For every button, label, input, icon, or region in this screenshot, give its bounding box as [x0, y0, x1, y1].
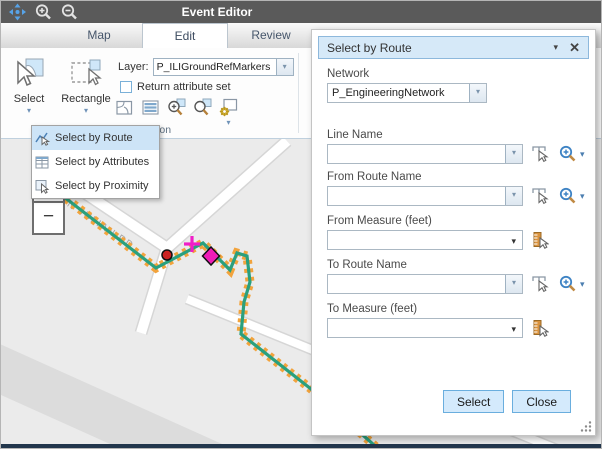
- line-name-select-caret-icon[interactable]: ▾: [505, 145, 522, 163]
- bottom-bar: [1, 444, 602, 449]
- rectangle-tool-icon: [69, 56, 103, 90]
- panel-close-icon[interactable]: ✕: [569, 40, 580, 56]
- select-tool-label: Select: [14, 93, 45, 105]
- from-route-label: From Route Name: [327, 171, 595, 183]
- to-measure-map-pick-icon[interactable]: [531, 319, 549, 337]
- select-tool-menu: Select by Route Select by Attributes Sel…: [31, 125, 160, 199]
- menu-item-select-by-route[interactable]: Select by Route: [32, 126, 159, 150]
- selection-attributes-icon[interactable]: [141, 98, 160, 117]
- selection-shape-icon[interactable]: [115, 98, 134, 117]
- menu-item-label: Select by Proximity: [55, 180, 149, 192]
- app-title: Event Editor: [171, 5, 263, 19]
- menu-item-select-by-attributes[interactable]: Select by Attributes: [32, 150, 159, 174]
- zoom-pick-caret-icon[interactable]: ▾: [580, 191, 585, 202]
- to-route-map-pick-icon[interactable]: [531, 275, 549, 293]
- tab-map[interactable]: Map: [56, 23, 142, 48]
- zoom-pick-icon: [559, 145, 577, 163]
- from-route-select[interactable]: ▾: [327, 186, 523, 206]
- select-button[interactable]: Select: [443, 390, 504, 413]
- network-select-value: P_EngineeringNetwork: [328, 84, 469, 102]
- panel-collapse-icon[interactable]: ▾: [553, 42, 558, 53]
- pan-to-selection-icon[interactable]: [193, 98, 212, 117]
- titlebar: Event Editor: [1, 1, 602, 23]
- from-route-select-caret-icon[interactable]: ▾: [505, 187, 522, 205]
- from-route-map-pick-icon[interactable]: [531, 187, 549, 205]
- to-route-zoom-button[interactable]: ▾: [559, 275, 585, 293]
- tab-review[interactable]: Review: [228, 23, 314, 48]
- line-name-map-pick-icon[interactable]: [531, 145, 549, 163]
- network-select[interactable]: P_EngineeringNetwork ▾: [327, 83, 487, 103]
- from-measure-map-pick-icon[interactable]: [531, 231, 549, 249]
- event-marker-circle: [162, 250, 172, 260]
- select-tool-icon: [12, 56, 46, 90]
- from-measure-value: [328, 231, 522, 249]
- attributes-select-icon: [35, 155, 50, 170]
- panel-resize-grip[interactable]: [580, 420, 592, 432]
- rectangle-tool-label: Rectangle: [61, 93, 111, 105]
- proximity-select-icon: [35, 179, 50, 194]
- map-zoom-out-button[interactable]: −: [32, 203, 65, 235]
- line-name-label: Line Name: [327, 129, 595, 141]
- line-name-zoom-button[interactable]: ▾: [559, 145, 585, 163]
- to-route-label: To Route Name: [327, 259, 595, 271]
- layer-select[interactable]: P_ILIGroundRefMarkers ▾: [153, 58, 294, 76]
- to-route-select-caret-icon[interactable]: ▾: [505, 275, 522, 293]
- zoom-in-icon[interactable]: [34, 3, 53, 21]
- to-measure-value: [328, 319, 522, 337]
- tab-edit[interactable]: Edit: [142, 23, 228, 48]
- to-route-select[interactable]: ▾: [327, 274, 523, 294]
- line-name-select[interactable]: ▾: [327, 144, 523, 164]
- from-measure-label: From Measure (feet): [327, 215, 595, 227]
- menu-item-select-by-proximity[interactable]: Select by Proximity: [32, 174, 159, 198]
- from-route-zoom-button[interactable]: ▾: [559, 187, 585, 205]
- selection-options-icon: [219, 98, 238, 117]
- zoom-to-selection-icon[interactable]: [167, 98, 186, 117]
- return-attribute-checkbox[interactable]: [120, 81, 132, 93]
- panel-titlebar: Select by Route ▾ ✕: [318, 36, 589, 59]
- to-measure-caret-icon[interactable]: ▾: [511, 324, 516, 335]
- select-tool-caret-icon[interactable]: ▾: [27, 107, 31, 114]
- select-by-route-panel: Select by Route ▾ ✕ Network P_Engineerin…: [311, 29, 596, 436]
- layer-label: Layer:: [118, 61, 149, 73]
- layer-select-value: P_ILIGroundRefMarkers: [154, 59, 276, 75]
- selection-options-button[interactable]: ▾: [219, 98, 238, 126]
- network-select-caret-icon[interactable]: ▾: [469, 84, 486, 102]
- select-tool-button[interactable]: Select ▾: [6, 56, 52, 114]
- rectangle-tool-button[interactable]: Rectangle ▾: [58, 56, 114, 114]
- zoom-pick-caret-icon[interactable]: ▾: [580, 279, 585, 290]
- zoom-pick-caret-icon[interactable]: ▾: [580, 149, 585, 160]
- return-attribute-label: Return attribute set: [137, 81, 231, 93]
- route-select-icon: [35, 131, 50, 146]
- menu-item-label: Select by Attributes: [55, 156, 149, 168]
- rectangle-tool-caret-icon[interactable]: ▾: [84, 107, 88, 114]
- to-route-select-value: [328, 275, 505, 293]
- zoom-pick-icon: [559, 187, 577, 205]
- layer-select-caret-icon[interactable]: ▾: [276, 59, 293, 75]
- event-editor-window: Event Editor Map Edit Review Select ▾ Re…: [0, 0, 602, 449]
- network-label: Network: [327, 68, 595, 80]
- line-name-select-value: [328, 145, 505, 163]
- from-route-select-value: [328, 187, 505, 205]
- menu-item-label: Select by Route: [55, 132, 133, 144]
- from-measure-caret-icon[interactable]: ▾: [511, 236, 516, 247]
- pan-icon[interactable]: [8, 3, 27, 21]
- close-button[interactable]: Close: [512, 390, 571, 413]
- panel-body: Network P_EngineeringNetwork ▾ Line Name…: [312, 59, 595, 338]
- from-measure-combo[interactable]: ▾: [327, 230, 523, 250]
- to-measure-combo[interactable]: ▾: [327, 318, 523, 338]
- ribbon-separator: [298, 53, 299, 133]
- zoom-out-icon[interactable]: [60, 3, 79, 21]
- to-measure-label: To Measure (feet): [327, 303, 595, 315]
- zoom-pick-icon: [559, 275, 577, 293]
- panel-title: Select by Route: [319, 41, 412, 55]
